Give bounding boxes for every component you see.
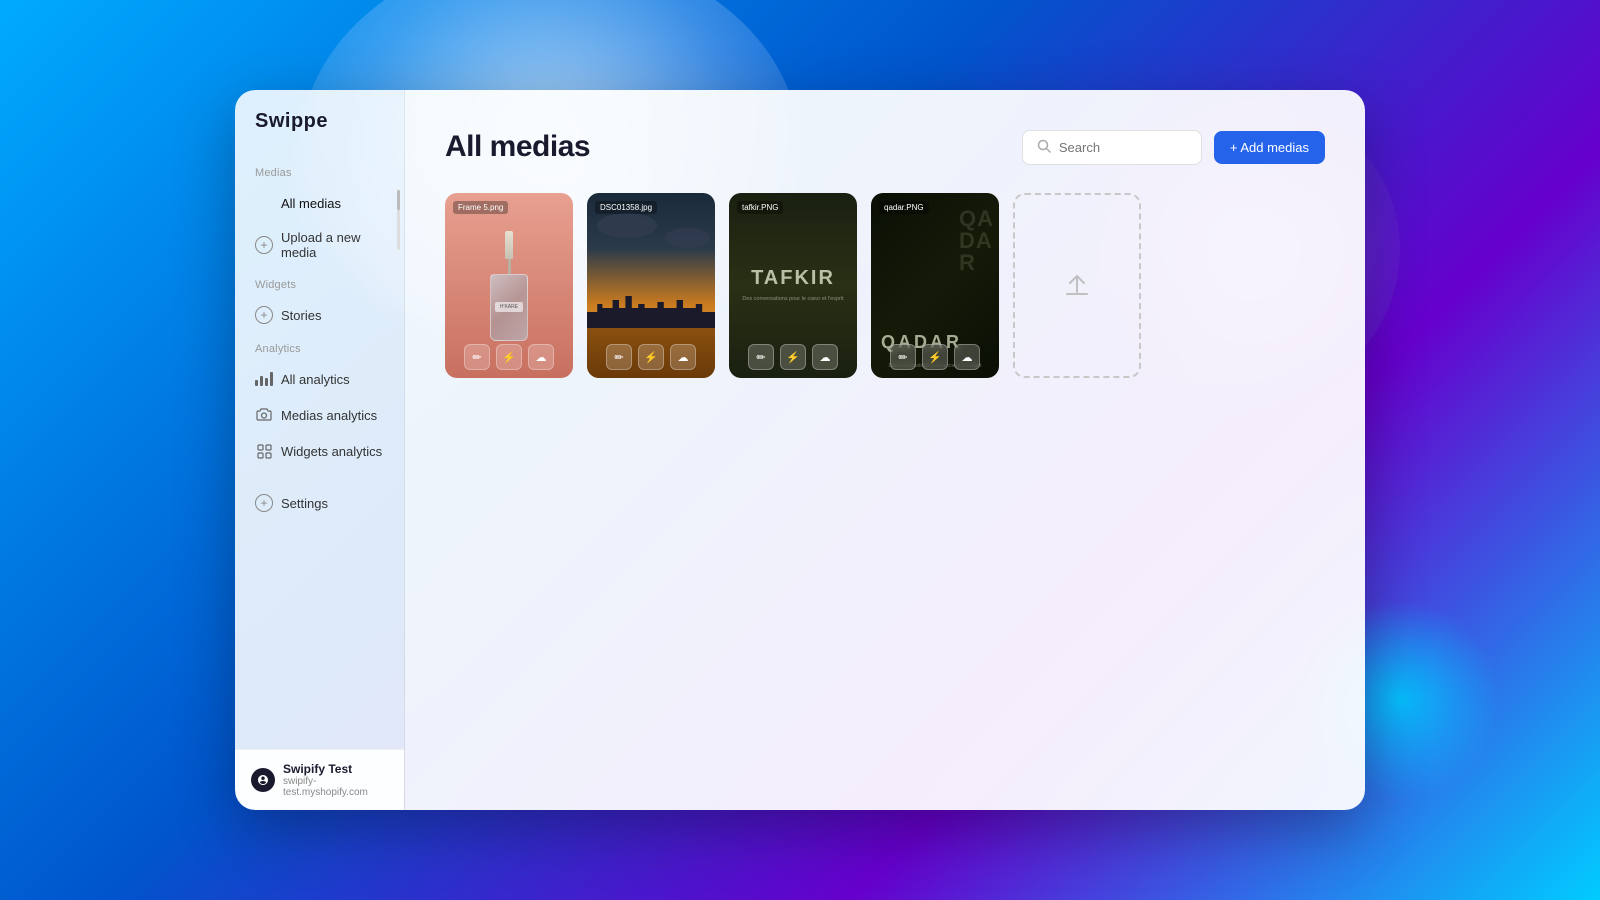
card-4-actions: ✏ ⚡ ☁ bbox=[871, 344, 999, 370]
search-input[interactable] bbox=[1059, 140, 1187, 155]
grid-small-icon bbox=[255, 442, 273, 460]
cloud-1 bbox=[597, 213, 657, 238]
add-media-button[interactable]: + Add medias bbox=[1214, 131, 1325, 164]
sidebar-section-medias: Medias bbox=[235, 157, 404, 185]
card-3-lightning-btn[interactable]: ⚡ bbox=[780, 344, 806, 370]
sidebar-label-all-medias: All medias bbox=[281, 196, 341, 211]
grid-icon bbox=[255, 194, 273, 212]
scroll-indicator bbox=[397, 190, 400, 250]
sidebar-label-stories: Stories bbox=[281, 308, 321, 323]
media-card-4[interactable]: QADAR QADAR Des conversations pour le co… bbox=[871, 193, 999, 378]
account-icon bbox=[251, 768, 275, 792]
sidebar-label-widgets-analytics: Widgets analytics bbox=[281, 444, 382, 459]
content-header: All medias + Add medias bbox=[445, 130, 1325, 165]
card-2-actions: ✏ ⚡ ☁ bbox=[587, 344, 715, 370]
card-3-cloud-btn[interactable]: ☁ bbox=[812, 344, 838, 370]
card-2-lightning-btn[interactable]: ⚡ bbox=[638, 344, 664, 370]
card-2-filename: DSC01358.jpg bbox=[595, 201, 657, 214]
card-4-inner: QADAR QADAR Des conversations pour le co… bbox=[871, 193, 999, 378]
card-4-edit-btn[interactable]: ✏ bbox=[890, 344, 916, 370]
sidebar-section-widgets: Widgets bbox=[235, 269, 404, 297]
card-4-cloud-btn[interactable]: ☁ bbox=[954, 344, 980, 370]
serum-bottle-image: H'KARE bbox=[484, 231, 534, 341]
sidebar-label-all-analytics: All analytics bbox=[281, 372, 350, 387]
upload-icon bbox=[1063, 272, 1091, 300]
tafkir-title-text: TAFKIR bbox=[751, 267, 835, 290]
card-4-filename: qadar.PNG bbox=[879, 201, 929, 214]
bottle-body: H'KARE bbox=[490, 274, 528, 341]
bottle-dropper bbox=[508, 259, 511, 273]
sidebar-scroll: Medias All medias + Upload a new media W… bbox=[235, 157, 404, 810]
media-card-2[interactable]: DSC01358.jpg ✏ ⚡ ☁ bbox=[587, 193, 715, 378]
sidebar-label-medias-analytics: Medias analytics bbox=[281, 408, 377, 423]
card-1-filename: Frame 5.png bbox=[453, 201, 508, 214]
footer-shop-name: Swipify Test bbox=[283, 762, 388, 776]
sidebar-footer: Swipify Test swipify-test.myshopify.com bbox=[235, 749, 404, 810]
header-actions: + Add medias bbox=[1022, 130, 1325, 165]
sidebar-item-widgets-analytics[interactable]: Widgets analytics bbox=[235, 433, 404, 469]
footer-shop-url: swipify-test.myshopify.com bbox=[283, 776, 388, 798]
card-3-inner: TAFKIR Des conversations pour le cœur et… bbox=[729, 193, 857, 378]
upload-card[interactable] bbox=[1013, 193, 1141, 378]
sidebar-footer-account[interactable]: Swipify Test swipify-test.myshopify.com bbox=[251, 762, 388, 798]
main-content: All medias + Add medias bbox=[405, 90, 1365, 810]
card-1-lightning-btn[interactable]: ⚡ bbox=[496, 344, 522, 370]
search-box[interactable] bbox=[1022, 130, 1202, 165]
plus-circle-stories-icon: + bbox=[255, 306, 273, 324]
sidebar-item-stories[interactable]: + Stories bbox=[235, 297, 404, 333]
card-3-filename: tafkir.PNG bbox=[737, 201, 783, 214]
footer-text-block: Swipify Test swipify-test.myshopify.com bbox=[283, 762, 388, 798]
sidebar-label-settings: Settings bbox=[281, 496, 328, 511]
app-logo: Swippe bbox=[235, 110, 404, 157]
search-icon bbox=[1037, 139, 1051, 156]
media-card-1[interactable]: H'KARE Frame 5.png ✏ ⚡ ☁ bbox=[445, 193, 573, 378]
bottle-cap bbox=[505, 231, 513, 260]
tafkir-subtitle-text: Des conversations pour le cœur et l'espr… bbox=[732, 296, 853, 304]
camera-icon bbox=[255, 406, 273, 424]
city-silhouette bbox=[587, 288, 715, 328]
card-1-actions: ✏ ⚡ ☁ bbox=[445, 344, 573, 370]
card-3-actions: ✏ ⚡ ☁ bbox=[729, 344, 857, 370]
plus-circle-icon: + bbox=[255, 236, 273, 254]
card-4-lightning-btn[interactable]: ⚡ bbox=[922, 344, 948, 370]
scroll-thumb bbox=[397, 190, 400, 210]
sidebar-item-settings[interactable]: + Settings bbox=[235, 485, 404, 521]
card-1-cloud-btn[interactable]: ☁ bbox=[528, 344, 554, 370]
app-window: Swippe Medias All medias + Upload a new … bbox=[235, 90, 1365, 810]
sidebar-section-analytics: Analytics bbox=[235, 333, 404, 361]
sidebar-item-medias-analytics[interactable]: Medias analytics bbox=[235, 397, 404, 433]
bottle-label: H'KARE bbox=[495, 302, 523, 312]
plus-circle-settings-icon: + bbox=[255, 494, 273, 512]
qadar-overlay-text: QADAR bbox=[959, 208, 994, 274]
card-2-inner: DSC01358.jpg ✏ ⚡ ☁ bbox=[587, 193, 715, 378]
card-3-edit-btn[interactable]: ✏ bbox=[748, 344, 774, 370]
sidebar-item-upload-media[interactable]: + Upload a new media bbox=[235, 221, 404, 269]
cloud-2 bbox=[665, 228, 710, 248]
bar-chart-icon bbox=[255, 370, 273, 388]
card-1-edit-btn[interactable]: ✏ bbox=[464, 344, 490, 370]
card-2-edit-btn[interactable]: ✏ bbox=[606, 344, 632, 370]
page-title: All medias bbox=[445, 130, 590, 164]
media-grid: H'KARE Frame 5.png ✏ ⚡ ☁ bbox=[445, 193, 1325, 378]
sidebar-item-all-medias[interactable]: All medias bbox=[235, 185, 404, 221]
card-1-inner: H'KARE Frame 5.png ✏ ⚡ ☁ bbox=[445, 193, 573, 378]
sidebar-item-all-analytics[interactable]: All analytics bbox=[235, 361, 404, 397]
card-2-cloud-btn[interactable]: ☁ bbox=[670, 344, 696, 370]
sidebar: Swippe Medias All medias + Upload a new … bbox=[235, 90, 405, 810]
sidebar-label-upload: Upload a new media bbox=[281, 230, 384, 260]
media-card-3[interactable]: TAFKIR Des conversations pour le cœur et… bbox=[729, 193, 857, 378]
